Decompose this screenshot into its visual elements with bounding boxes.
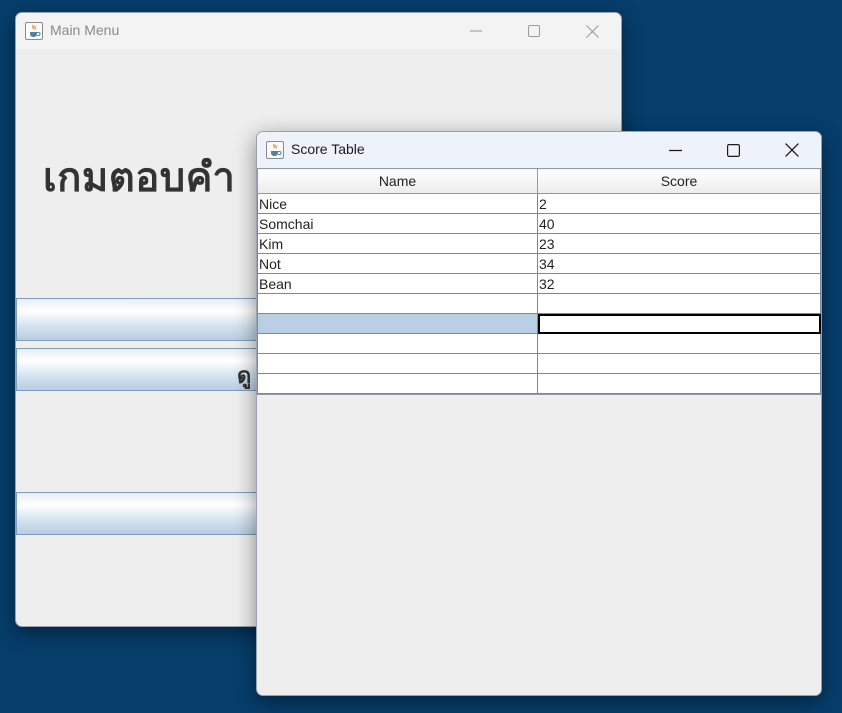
window-title: Score Table — [291, 141, 365, 157]
column-header-score[interactable]: Score — [537, 168, 821, 194]
close-icon — [585, 24, 599, 38]
table-row[interactable]: Bean 32 — [257, 273, 821, 294]
minimize-button[interactable] — [447, 13, 505, 49]
game-title-heading: เกมตอบคำ — [43, 155, 236, 201]
score-cell[interactable] — [537, 333, 821, 354]
name-cell[interactable] — [257, 333, 538, 354]
main-menu-titlebar[interactable]: Main Menu — [16, 13, 621, 49]
name-cell[interactable]: Kim — [257, 233, 538, 254]
table-viewport-empty-area[interactable] — [257, 394, 821, 695]
minimize-icon — [668, 149, 682, 151]
name-cell[interactable] — [257, 313, 538, 334]
name-cell[interactable]: Somchai — [257, 213, 538, 234]
java-app-icon — [266, 141, 284, 159]
table-header-row: Name Score — [257, 168, 821, 194]
score-table-window: Score Table Name Score Nice 2 Somchai 40 K… — [256, 131, 822, 696]
table-row[interactable] — [257, 333, 821, 354]
java-app-icon — [25, 22, 43, 40]
score-cell[interactable]: 32 — [537, 273, 821, 294]
maximize-icon — [726, 143, 740, 157]
table-row[interactable] — [257, 373, 821, 394]
name-cell[interactable]: Not — [257, 253, 538, 274]
name-cell[interactable]: Bean — [257, 273, 538, 294]
score-cell-editing[interactable] — [537, 313, 821, 334]
close-button[interactable] — [763, 132, 821, 168]
close-button[interactable] — [563, 13, 621, 49]
score-cell[interactable]: 2 — [537, 193, 821, 214]
maximize-button[interactable] — [505, 13, 563, 49]
close-icon — [785, 143, 799, 157]
score-cell[interactable] — [537, 353, 821, 374]
minimize-icon — [470, 30, 482, 32]
table-row[interactable]: Kim 23 — [257, 233, 821, 254]
column-header-name[interactable]: Name — [257, 168, 538, 194]
table-row-selected[interactable] — [257, 313, 821, 334]
score-cell[interactable] — [537, 373, 821, 394]
name-cell[interactable] — [257, 353, 538, 374]
minimize-button[interactable] — [646, 132, 704, 168]
score-cell[interactable]: 40 — [537, 213, 821, 234]
score-table-titlebar[interactable]: Score Table — [257, 132, 821, 168]
window-title: Main Menu — [50, 22, 120, 38]
maximize-button[interactable] — [704, 132, 762, 168]
name-cell[interactable] — [257, 373, 538, 394]
table-row[interactable]: Not 34 — [257, 253, 821, 274]
maximize-icon — [528, 25, 540, 37]
score-cell[interactable]: 23 — [537, 233, 821, 254]
name-cell[interactable] — [257, 293, 538, 314]
table-row[interactable]: Nice 2 — [257, 193, 821, 214]
table-row[interactable] — [257, 353, 821, 374]
menu-button-view-label: ดู — [237, 364, 252, 389]
name-cell[interactable]: Nice — [257, 193, 538, 214]
score-table: Name Score Nice 2 Somchai 40 Kim 23 Not 34 B… — [257, 168, 821, 394]
table-row[interactable]: Somchai 40 — [257, 213, 821, 234]
score-cell[interactable]: 34 — [537, 253, 821, 274]
table-row[interactable] — [257, 293, 821, 314]
score-cell[interactable] — [537, 293, 821, 314]
